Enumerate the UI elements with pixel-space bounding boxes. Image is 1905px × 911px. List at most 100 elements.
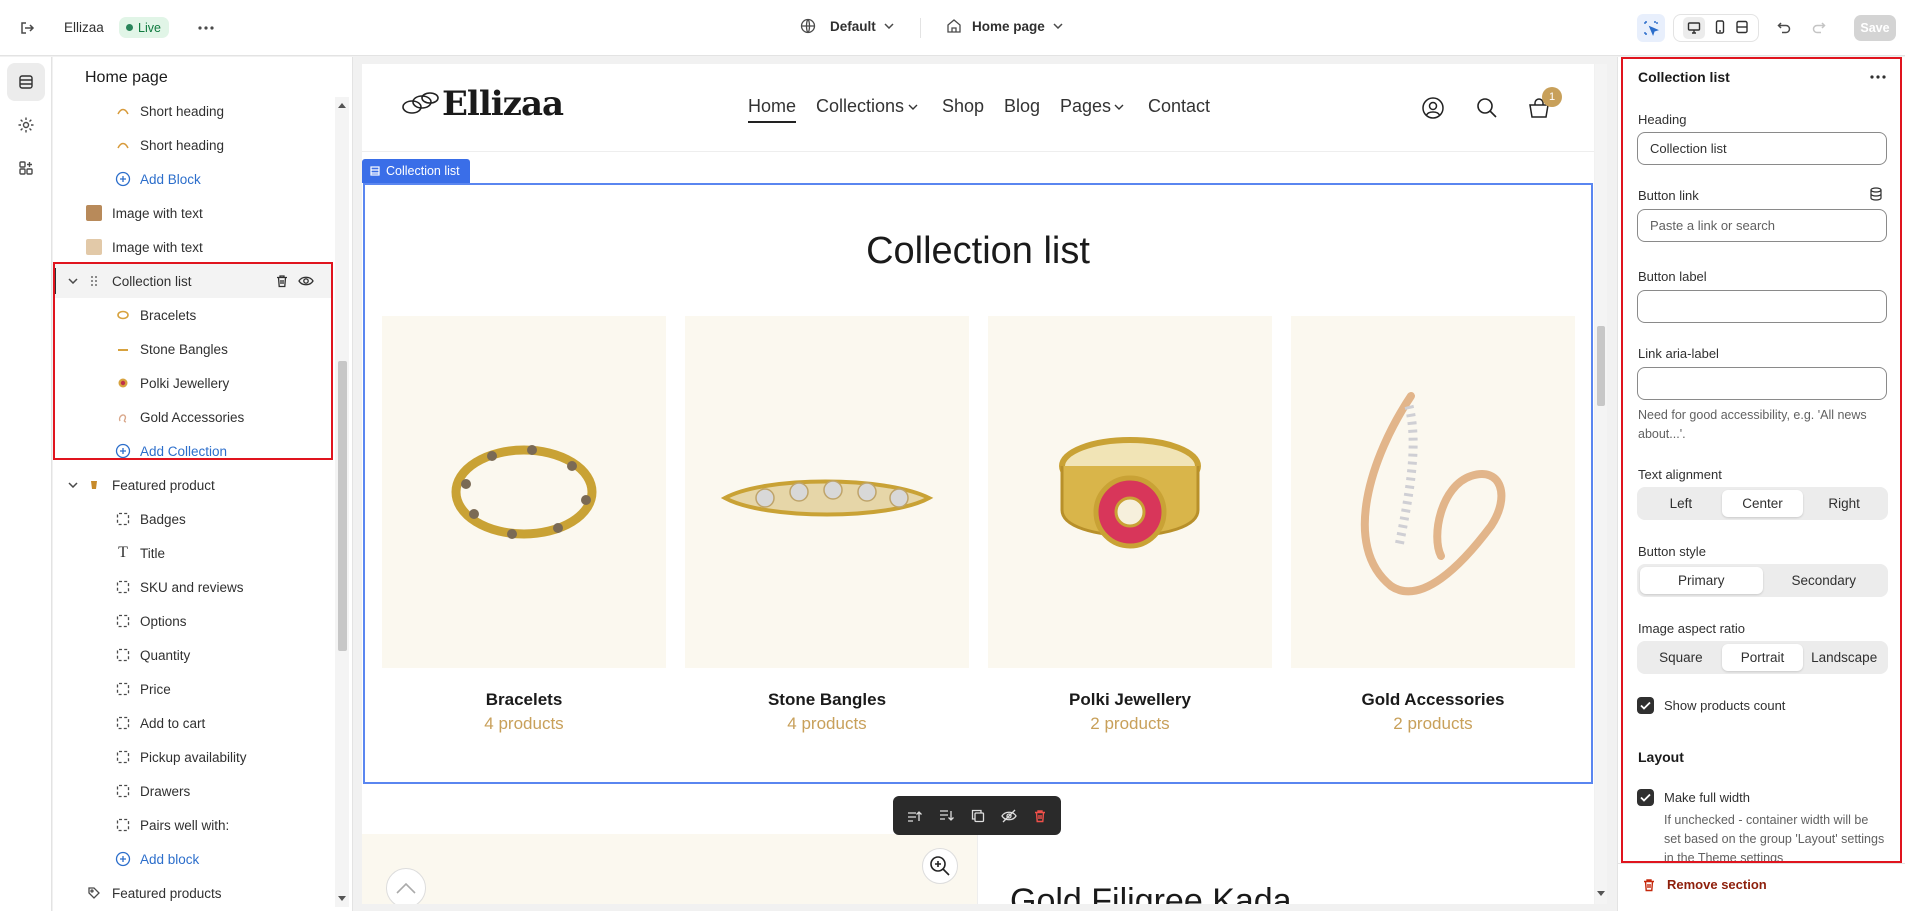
tree-item-badges[interactable]: Badges <box>53 502 333 536</box>
account-icon[interactable] <box>1422 97 1444 119</box>
zoom-image-button[interactable] <box>922 848 958 884</box>
page-selector[interactable]: Home page <box>946 18 1063 34</box>
desktop-view-icon[interactable] <box>1682 17 1705 39</box>
nav-collections[interactable]: Collections <box>816 96 904 117</box>
add-block-link[interactable]: Add Block <box>53 162 333 196</box>
section-floating-toolbar <box>893 796 1061 835</box>
tree-item-label: Drawers <box>140 783 191 799</box>
sections-nav-icon[interactable] <box>7 63 45 101</box>
tree-item-featured-products[interactable]: Featured products <box>53 876 333 910</box>
chevron-down-icon[interactable] <box>65 477 81 493</box>
delete-trash-icon[interactable] <box>1033 809 1047 823</box>
block-placeholder-icon <box>115 681 131 697</box>
text-type-icon: T <box>118 544 128 561</box>
selected-section-outline <box>363 183 1593 784</box>
tree-item-drawers[interactable]: Drawers <box>53 774 333 808</box>
theme-selector[interactable]: Default <box>800 18 894 34</box>
image-thumbnail-icon <box>86 205 102 221</box>
left-rail <box>0 57 52 911</box>
hide-eye-icon[interactable] <box>1001 809 1017 823</box>
tree-item-pickup-availability[interactable]: Pickup availability <box>53 740 333 774</box>
more-actions-icon[interactable] <box>195 17 217 39</box>
store-name: Ellizaa <box>64 20 104 35</box>
zoom-in-icon <box>930 856 950 876</box>
tree-item-label: Badges <box>140 511 186 527</box>
section-tag[interactable]: Collection list <box>362 159 470 183</box>
block-placeholder-icon <box>115 817 131 833</box>
tree-item-add-to-cart[interactable]: Add to cart <box>53 706 333 740</box>
home-icon <box>947 19 961 33</box>
sidebar-title: Home page <box>85 69 168 86</box>
tree-item-label: Pickup availability <box>140 749 247 765</box>
save-button[interactable]: Save <box>1854 15 1896 41</box>
globe-icon <box>800 18 816 34</box>
tree-item-image-with-text[interactable]: Image with text <box>53 196 333 230</box>
chevron-up-icon <box>396 882 416 894</box>
status-badge-label: Live <box>138 20 161 35</box>
undo-icon[interactable] <box>1773 17 1795 39</box>
scroll-down-arrow-icon[interactable] <box>338 896 346 901</box>
tree-item-label: Add to cart <box>140 715 206 731</box>
preview-scrollbar[interactable] <box>1595 64 1607 904</box>
nav-pages[interactable]: Pages <box>1060 96 1111 117</box>
sidebar-scrollbar[interactable] <box>335 97 349 907</box>
scrollbar-thumb[interactable] <box>338 361 347 651</box>
tree-item-pairs-well-with[interactable]: Pairs well with: <box>53 808 333 842</box>
search-icon[interactable] <box>1476 97 1498 119</box>
section-tag-label: Collection list <box>386 164 460 178</box>
tree-item-sku-and-reviews[interactable]: SKU and reviews <box>53 570 333 604</box>
tree-item-label: Short heading <box>140 103 225 119</box>
tree-item-label: Image with text <box>112 239 203 255</box>
save-button-label: Save <box>1860 21 1890 35</box>
nav-shop[interactable]: Shop <box>942 96 984 117</box>
tree-item-label: Pairs well with: <box>140 817 230 833</box>
inspect-cursor-icon <box>1644 21 1659 36</box>
inspector-toggle-button[interactable] <box>1637 14 1665 42</box>
nav-contact[interactable]: Contact <box>1148 96 1210 117</box>
tree-item-options[interactable]: Options <box>53 604 333 638</box>
tree-item-featured-product[interactable]: Featured product <box>53 468 333 502</box>
store-logo-text: Ellizaa <box>442 84 564 124</box>
tree-item-label: SKU and reviews <box>140 579 244 595</box>
collection-list-highlight <box>53 262 333 460</box>
tree-item-short-heading[interactable]: Short heading <box>53 128 333 162</box>
tree-item-price[interactable]: Price <box>53 672 333 706</box>
redo-icon[interactable] <box>1808 17 1830 39</box>
tree-item-image-with-text[interactable]: Image with text <box>53 230 333 264</box>
scrollbar-thumb[interactable] <box>1597 326 1605 406</box>
tag-icon <box>86 885 102 901</box>
apps-icon[interactable] <box>7 149 45 187</box>
duplicate-icon[interactable] <box>971 809 985 823</box>
move-up-icon[interactable] <box>907 809 923 823</box>
tree-item-label: Price <box>140 681 171 697</box>
device-switcher <box>1673 14 1759 42</box>
nav-home[interactable]: Home <box>748 96 797 123</box>
next-section-heading: Gold Filigree Kada <box>1010 882 1292 904</box>
move-down-icon[interactable] <box>939 809 955 823</box>
product-thumbnail-icon <box>86 477 102 493</box>
tree-item-label: Image with text <box>112 205 203 221</box>
scroll-down-arrow-icon[interactable] <box>1597 891 1605 896</box>
fullscreen-view-icon[interactable] <box>1735 20 1749 37</box>
next-section-divider <box>977 834 978 904</box>
block-placeholder-icon <box>115 579 131 595</box>
toolbar-divider <box>920 18 921 38</box>
tree-item-title[interactable]: T Title <box>53 536 333 570</box>
store-logo[interactable]: Ellizaa <box>400 84 564 124</box>
scroll-up-arrow-icon[interactable] <box>338 103 346 108</box>
heading-block-icon <box>115 137 131 153</box>
settings-gear-icon[interactable] <box>7 106 45 144</box>
mobile-view-icon[interactable] <box>1714 19 1726 37</box>
image-thumbnail-icon <box>86 239 102 255</box>
remove-section-button[interactable]: Remove section <box>1642 877 1767 892</box>
exit-icon[interactable] <box>16 17 38 39</box>
tree-item-quantity[interactable]: Quantity <box>53 638 333 672</box>
tree-item-label: Quantity <box>140 647 191 663</box>
chevron-down-icon <box>1114 104 1124 110</box>
tree-item-short-heading[interactable]: Short heading <box>53 94 333 128</box>
theme-label: Default <box>830 18 876 34</box>
plus-circle-icon <box>115 171 131 187</box>
scroll-to-top-button[interactable] <box>386 868 426 904</box>
nav-blog[interactable]: Blog <box>1004 96 1040 117</box>
add-block-link[interactable]: Add block <box>53 842 333 876</box>
